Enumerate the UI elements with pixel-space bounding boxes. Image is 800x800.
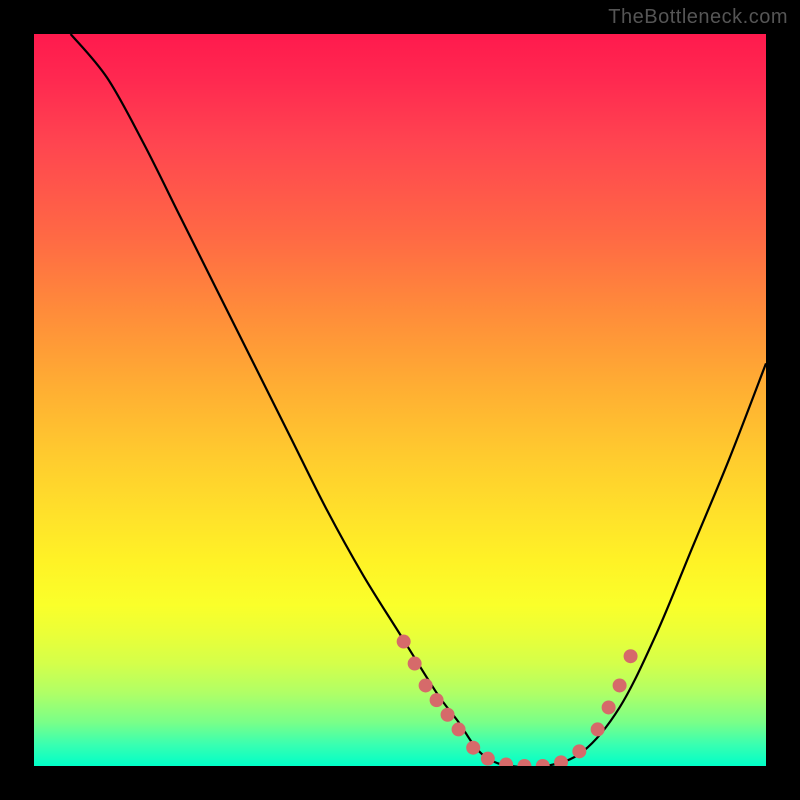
curve-marker <box>602 700 616 714</box>
curve-marker <box>624 649 638 663</box>
watermark-text: TheBottleneck.com <box>608 6 788 29</box>
curve-marker <box>408 657 422 671</box>
curve-marker <box>536 759 550 766</box>
curve-marker <box>554 755 568 766</box>
chart-svg <box>34 34 766 766</box>
curve-marker <box>441 708 455 722</box>
curve-marker <box>466 741 480 755</box>
curve-marker <box>499 758 513 766</box>
chart-plot-area <box>34 34 766 766</box>
curve-markers-group <box>397 635 638 766</box>
curve-marker <box>430 693 444 707</box>
curve-marker <box>481 752 495 766</box>
curve-marker <box>397 635 411 649</box>
curve-marker <box>517 759 531 766</box>
curve-marker <box>452 722 466 736</box>
curve-marker <box>613 678 627 692</box>
curve-marker <box>572 744 586 758</box>
curve-marker <box>419 678 433 692</box>
curve-marker <box>591 722 605 736</box>
bottleneck-curve-line <box>71 34 766 766</box>
